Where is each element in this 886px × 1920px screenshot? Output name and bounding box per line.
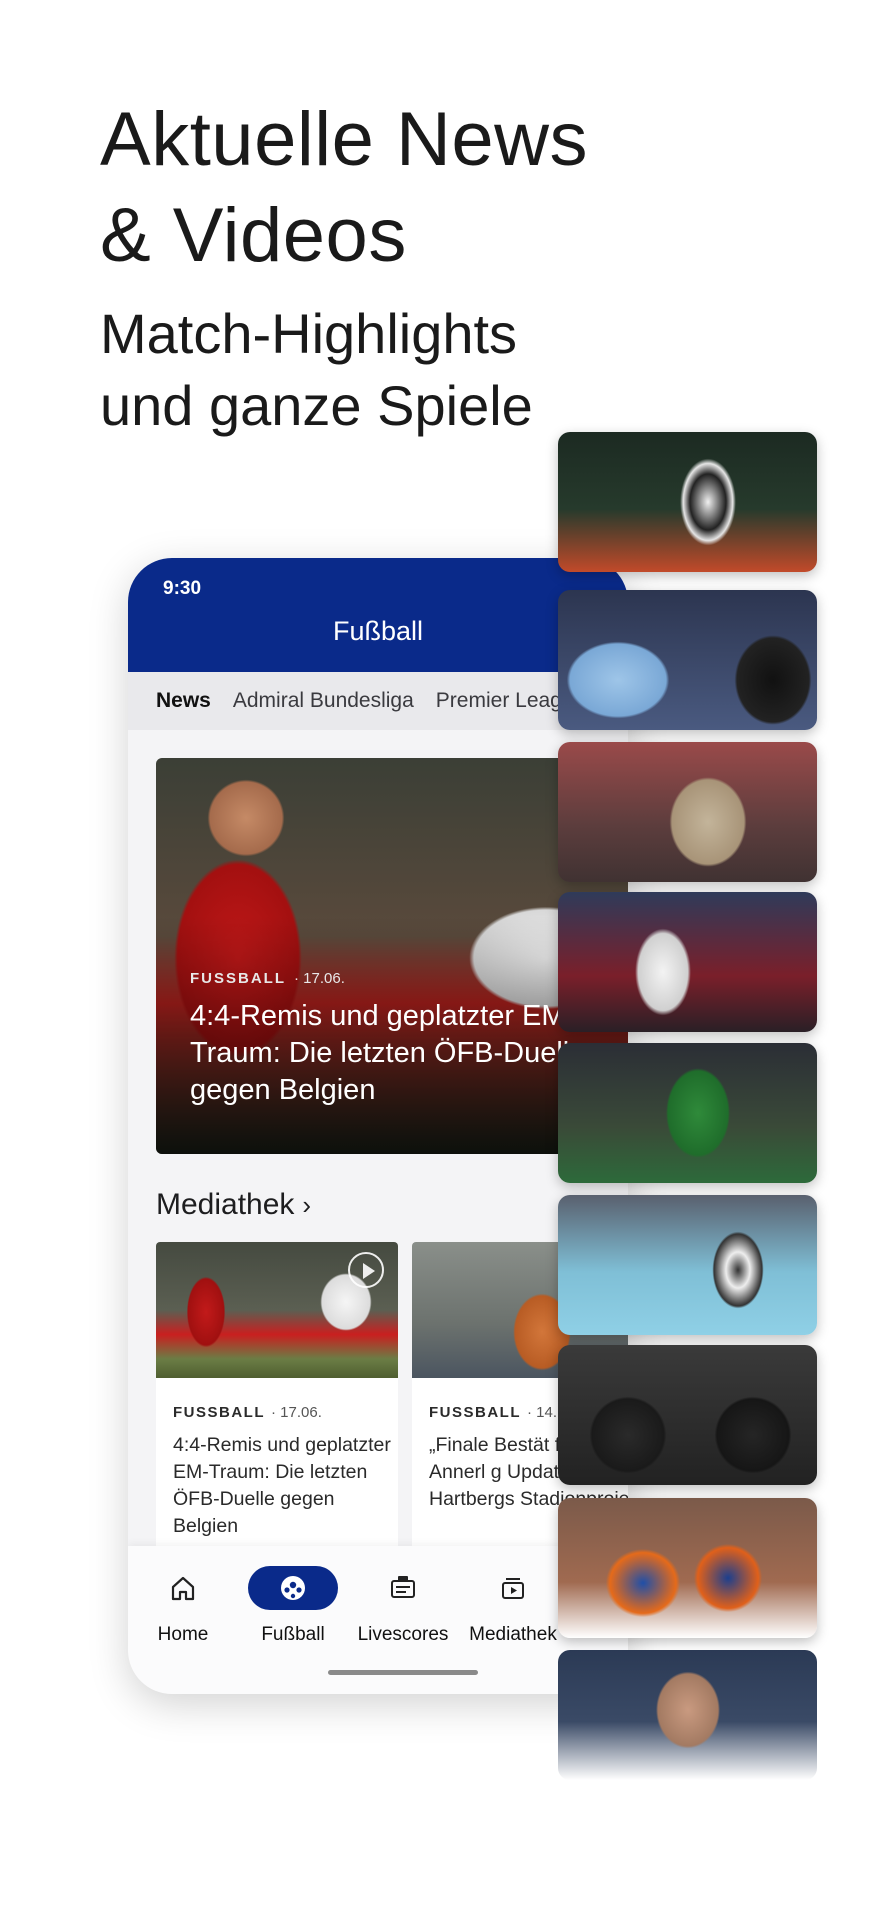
video-thumbnail-6[interactable] <box>558 1195 817 1335</box>
nav-item-home[interactable]: Home <box>128 1566 238 1646</box>
status-time: 9:30 <box>163 578 202 599</box>
video-thumbnail-5[interactable] <box>558 1043 817 1183</box>
card-date: · 14. <box>527 1404 558 1421</box>
hero-date: · 17.06. <box>294 970 345 987</box>
nav-label-football: Fußball <box>261 1624 325 1645</box>
video-thumbnail-7[interactable] <box>558 1345 817 1485</box>
promo-subheadline-line2: und ganze Spiele <box>100 374 533 437</box>
promo-headline: Aktuelle News & Videos <box>100 92 588 284</box>
tab-admiral-bundesliga[interactable]: Admiral Bundesliga <box>233 689 414 713</box>
video-thumbnail <box>156 1242 398 1378</box>
app-bar: 9:30 Fußball <box>128 558 628 672</box>
nav-label-livescores: Livescores <box>357 1624 449 1645</box>
card-title: 4:4-Remis und geplatzter EM-Traum: Die l… <box>173 1434 391 1537</box>
hero-meta: FUSSBALL · 17.06. <box>190 970 345 987</box>
home-icon <box>128 1566 238 1610</box>
card-meta: FUSSBALL · 17.06. <box>173 1404 322 1421</box>
tab-news[interactable]: News <box>156 689 211 713</box>
home-indicator[interactable] <box>328 1670 478 1675</box>
video-thumbnail-4[interactable] <box>558 892 817 1032</box>
category-tabs: News Admiral Bundesliga Premier League <box>128 672 628 730</box>
nav-item-football[interactable]: Fußball <box>238 1566 348 1646</box>
mediathek-section-link[interactable]: Mediathek › <box>156 1188 311 1222</box>
mediathek-section-title: Mediathek <box>156 1188 295 1221</box>
video-thumbnail-9[interactable] <box>558 1650 817 1780</box>
video-thumbnail-2[interactable] <box>558 590 817 730</box>
hero-category: FUSSBALL <box>190 970 286 987</box>
video-thumbnail-1[interactable] <box>558 432 817 572</box>
video-card[interactable]: FUSSBALL · 17.06. 4:4-Remis und geplatzte… <box>156 1242 398 1562</box>
play-icon <box>348 1252 384 1288</box>
card-category: FUSSBALL <box>173 1404 265 1421</box>
livescores-icon <box>348 1566 458 1610</box>
promo-headline-line1: Aktuelle News <box>100 97 589 182</box>
card-date: · 17.06. <box>271 1404 322 1421</box>
nav-item-livescores[interactable]: Livescores <box>348 1566 458 1646</box>
phone-mockup: 9:30 Fußball News Admiral Bundesliga Pre… <box>128 558 628 1694</box>
chevron-right-icon: › <box>302 1190 312 1220</box>
football-icon <box>248 1566 338 1610</box>
card-category: FUSSBALL <box>429 1404 521 1421</box>
promo-headline-line2: & Videos <box>100 193 407 278</box>
nav-item-mediathek[interactable]: Mediathek <box>458 1566 568 1646</box>
video-thumbnail-3[interactable] <box>558 742 817 882</box>
nav-label-home: Home <box>157 1624 209 1645</box>
promo-subheadline-line1: Match-Highlights <box>100 302 518 365</box>
promo-subheadline: Match-Highlights und ganze Spiele <box>100 298 533 442</box>
video-thumbnail-8[interactable] <box>558 1498 817 1638</box>
nav-label-mediathek: Mediathek <box>469 1624 557 1645</box>
mediathek-icon <box>458 1566 568 1610</box>
card-meta: FUSSBALL · 14. <box>429 1404 557 1421</box>
app-title: Fußball <box>332 616 424 646</box>
